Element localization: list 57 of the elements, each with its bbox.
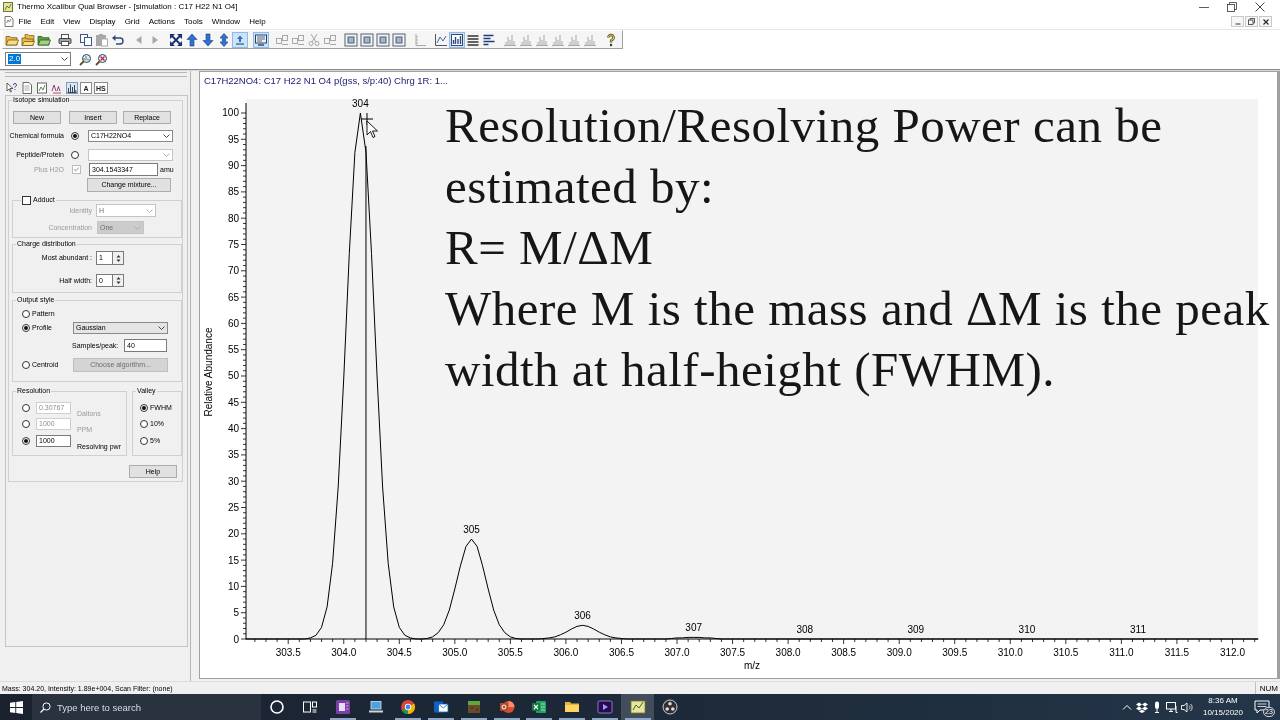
peak-label: 304 xyxy=(352,98,369,109)
tick-label: 45 xyxy=(227,396,239,408)
tick-label: 40 xyxy=(227,423,239,435)
tick-label: 304.0 xyxy=(331,647,357,658)
tick-label: 306.5 xyxy=(608,647,634,658)
tick-label: 75 xyxy=(227,239,239,250)
tick-label: 70 xyxy=(227,265,239,277)
peak-label: 310 xyxy=(1018,624,1036,635)
clock-date: 10/15/2020 xyxy=(1202,707,1243,719)
tick-label: 10 xyxy=(227,580,239,592)
peak-label: 306 xyxy=(574,610,591,622)
tick-label: 65 xyxy=(227,291,239,303)
tick-label: 90 xyxy=(227,160,239,172)
tick-label: 307.0 xyxy=(664,647,690,658)
tick-label: 307.5 xyxy=(720,647,746,658)
slide-text: R= M/ΔM xyxy=(445,219,654,277)
peak-label: 311 xyxy=(1130,624,1146,635)
tick-label: 311.5 xyxy=(1164,647,1190,658)
axis-title: Relative Abundance xyxy=(203,327,214,417)
tick-label: 310.5 xyxy=(1053,647,1079,658)
tick-label: 308.0 xyxy=(775,647,801,658)
tick-label: 311.0 xyxy=(1109,647,1134,658)
tick-label: 60 xyxy=(227,317,239,329)
tick-label: 80 xyxy=(227,212,239,224)
dropdown-value: 2.0 xyxy=(8,54,22,64)
tick-label: 309.0 xyxy=(886,647,912,658)
tick-label: 35 xyxy=(227,449,239,461)
tick-label: 5 xyxy=(233,607,239,619)
tick-label: 306.0 xyxy=(553,647,579,658)
tick-label: 20 xyxy=(227,528,239,540)
tick-label: 50 xyxy=(227,370,239,382)
chart-title: C17H22NO4: C17 H22 N1 O4 p(gss, s/p:40) Chrg 1R: 1... xyxy=(204,75,448,86)
window-title: Thermo Xcalibur Qual Browser - [simulation : C17 H22 N1 O4] xyxy=(17,2,238,12)
tick-label: 85 xyxy=(227,186,239,198)
peak-label: 307 xyxy=(685,622,702,634)
tick-label: 25 xyxy=(227,502,239,513)
tick-label: 310.0 xyxy=(997,647,1023,658)
peak-label: 309 xyxy=(907,624,925,635)
tick-label: 304.5 xyxy=(386,647,412,658)
tick-label: 95 xyxy=(227,133,239,145)
slide-text: Resolution/Resolving Power can be estimated by: xyxy=(445,97,1164,216)
tick-label: 15 xyxy=(227,554,239,566)
tick-label: 303.5 xyxy=(275,647,301,658)
clock-time: 8:36 AM xyxy=(1208,695,1238,707)
slide-text: Where M is the mass and ΔM is the peak width at half-height (FWHM). xyxy=(445,280,1271,399)
tick-label: 305.0 xyxy=(442,647,468,658)
tick-label: 308.5 xyxy=(831,647,857,658)
tick-label: 100 xyxy=(222,107,239,119)
peak-label: 308 xyxy=(796,624,814,635)
tick-label: 305.5 xyxy=(497,647,523,658)
axis-title: m/z xyxy=(743,660,761,671)
peak-label: 305 xyxy=(463,524,480,536)
tick-label: 309.5 xyxy=(942,647,968,658)
tick-label: 55 xyxy=(227,344,239,356)
tick-label: 0 xyxy=(233,633,239,645)
tick-label: 312.0 xyxy=(1219,647,1245,658)
tick-label: 30 xyxy=(227,475,239,487)
